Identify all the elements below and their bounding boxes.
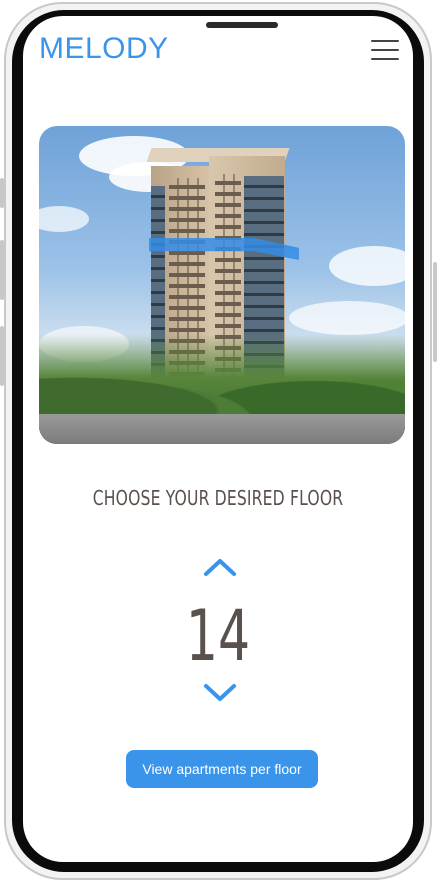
side-button-left-1 (0, 178, 4, 208)
view-apartments-button[interactable]: View apartments per floor (126, 750, 318, 788)
hamburger-menu-icon[interactable] (371, 40, 399, 62)
side-button-left-3 (0, 326, 4, 386)
screen: MELODY CHOOSE YOUR DESIRED FLOOR 14 View… (23, 16, 413, 862)
side-button-left-2 (0, 240, 4, 300)
chevron-down-icon[interactable] (203, 682, 237, 704)
section-title: CHOOSE YOUR DESIRED FLOOR (92, 486, 344, 510)
side-button-right (433, 262, 437, 362)
brand-logo[interactable]: MELODY (39, 32, 169, 66)
building-image (39, 126, 405, 444)
chevron-up-icon[interactable] (203, 556, 237, 578)
speaker-grill (206, 22, 278, 28)
floor-number: 14 (185, 595, 251, 677)
